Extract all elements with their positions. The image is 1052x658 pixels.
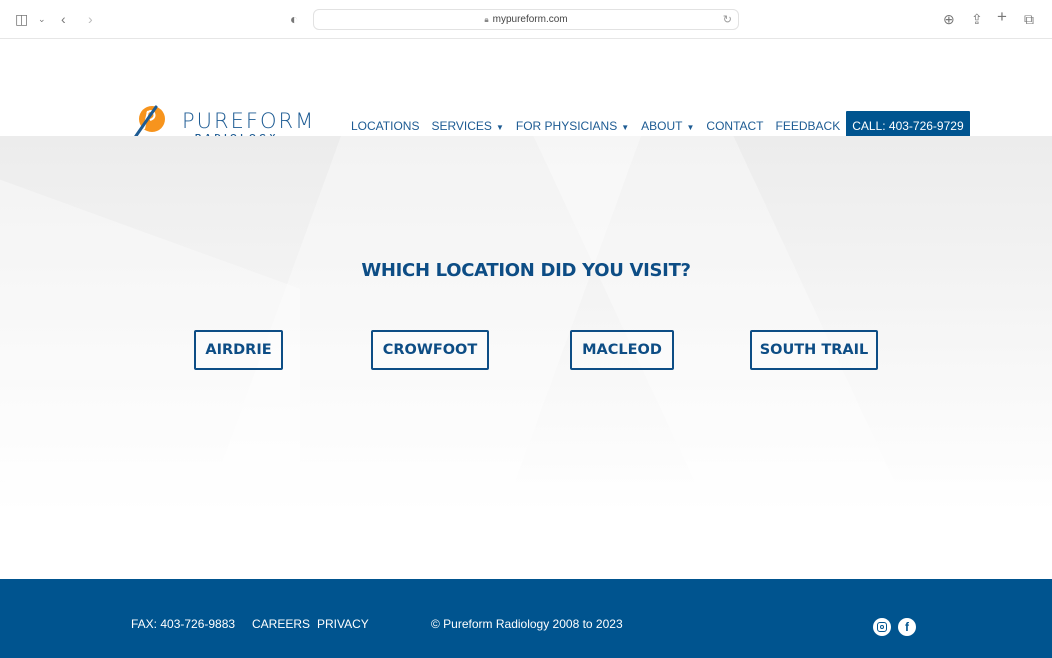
- reload-icon[interactable]: ↻: [723, 13, 732, 26]
- shield-icon[interactable]: ◐: [290, 11, 298, 27]
- nav-label: FOR PHYSICIANS: [515, 119, 618, 133]
- nav-contact[interactable]: CONTACT: [706, 119, 763, 133]
- careers-link[interactable]: CAREERS: [252, 617, 310, 631]
- facebook-icon[interactable]: f: [898, 618, 916, 636]
- chevron-down-icon[interactable]: ⌄: [38, 11, 46, 27]
- page-title: WHICH LOCATION DID YOU VISIT?: [361, 260, 691, 281]
- forward-icon[interactable]: ›: [88, 11, 93, 27]
- new-tab-icon[interactable]: +: [997, 8, 1007, 25]
- site-header: PUREFORM RADIOLOGY LOCATIONSSERVICES▼FOR…: [0, 39, 1052, 148]
- brand-name: PUREFORM: [182, 109, 316, 133]
- location-south-trail-button[interactable]: SOUTH TRAIL: [750, 330, 878, 370]
- location-airdrie-button[interactable]: AIRDRIE: [194, 330, 283, 370]
- address-bar[interactable]: 🔒︎ mypureform.com ↻: [313, 9, 739, 30]
- nav-feedback[interactable]: FEEDBACK: [776, 119, 841, 133]
- sidebar-icon[interactable]: ◫: [15, 11, 28, 27]
- nav-for-physicians[interactable]: FOR PHYSICIANS ▼: [516, 119, 629, 133]
- nav-about[interactable]: ABOUT ▼: [641, 119, 694, 133]
- fax-number: FAX: 403-726-9883: [131, 617, 236, 631]
- nav-services[interactable]: SERVICES ▼: [431, 119, 503, 133]
- caret-down-icon: ▼: [495, 123, 504, 132]
- url-text: mypureform.com: [492, 14, 568, 25]
- caret-down-icon: ▼: [621, 123, 630, 132]
- browser-toolbar: ◫ ⌄ ‹ › ◐ 🔒︎ mypureform.com ↻ ⊕ ⇪ + ⧉: [0, 0, 1052, 39]
- share-icon[interactable]: ⇪: [971, 11, 983, 27]
- caret-down-icon: ▼: [686, 123, 695, 132]
- copyright: © Pureform Radiology 2008 to 2023: [431, 617, 623, 631]
- nav-label: LOCATIONS: [351, 119, 420, 133]
- nav-label: CONTACT: [706, 119, 764, 133]
- location-selector: WHICH LOCATION DID YOU VISIT? AIRDRIE CR…: [0, 136, 1052, 579]
- lock-icon: 🔒︎: [484, 14, 489, 24]
- nav-label: FEEDBACK: [775, 119, 841, 133]
- tabs-icon[interactable]: ⧉: [1024, 11, 1034, 27]
- instagram-icon[interactable]: [873, 618, 891, 636]
- location-crowfoot-button[interactable]: CROWFOOT: [371, 330, 489, 370]
- privacy-link[interactable]: PRIVACY: [317, 617, 369, 631]
- back-icon[interactable]: ‹: [61, 11, 66, 27]
- site-footer: FAX: 403-726-9883 CAREERS PRIVACY © Pure…: [0, 579, 1052, 658]
- download-icon[interactable]: ⊕: [943, 11, 955, 27]
- nav-label: ABOUT: [641, 119, 683, 133]
- nav-locations[interactable]: LOCATIONS: [351, 119, 419, 133]
- nav-label: SERVICES: [431, 119, 492, 133]
- location-macleod-button[interactable]: MACLEOD: [570, 330, 674, 370]
